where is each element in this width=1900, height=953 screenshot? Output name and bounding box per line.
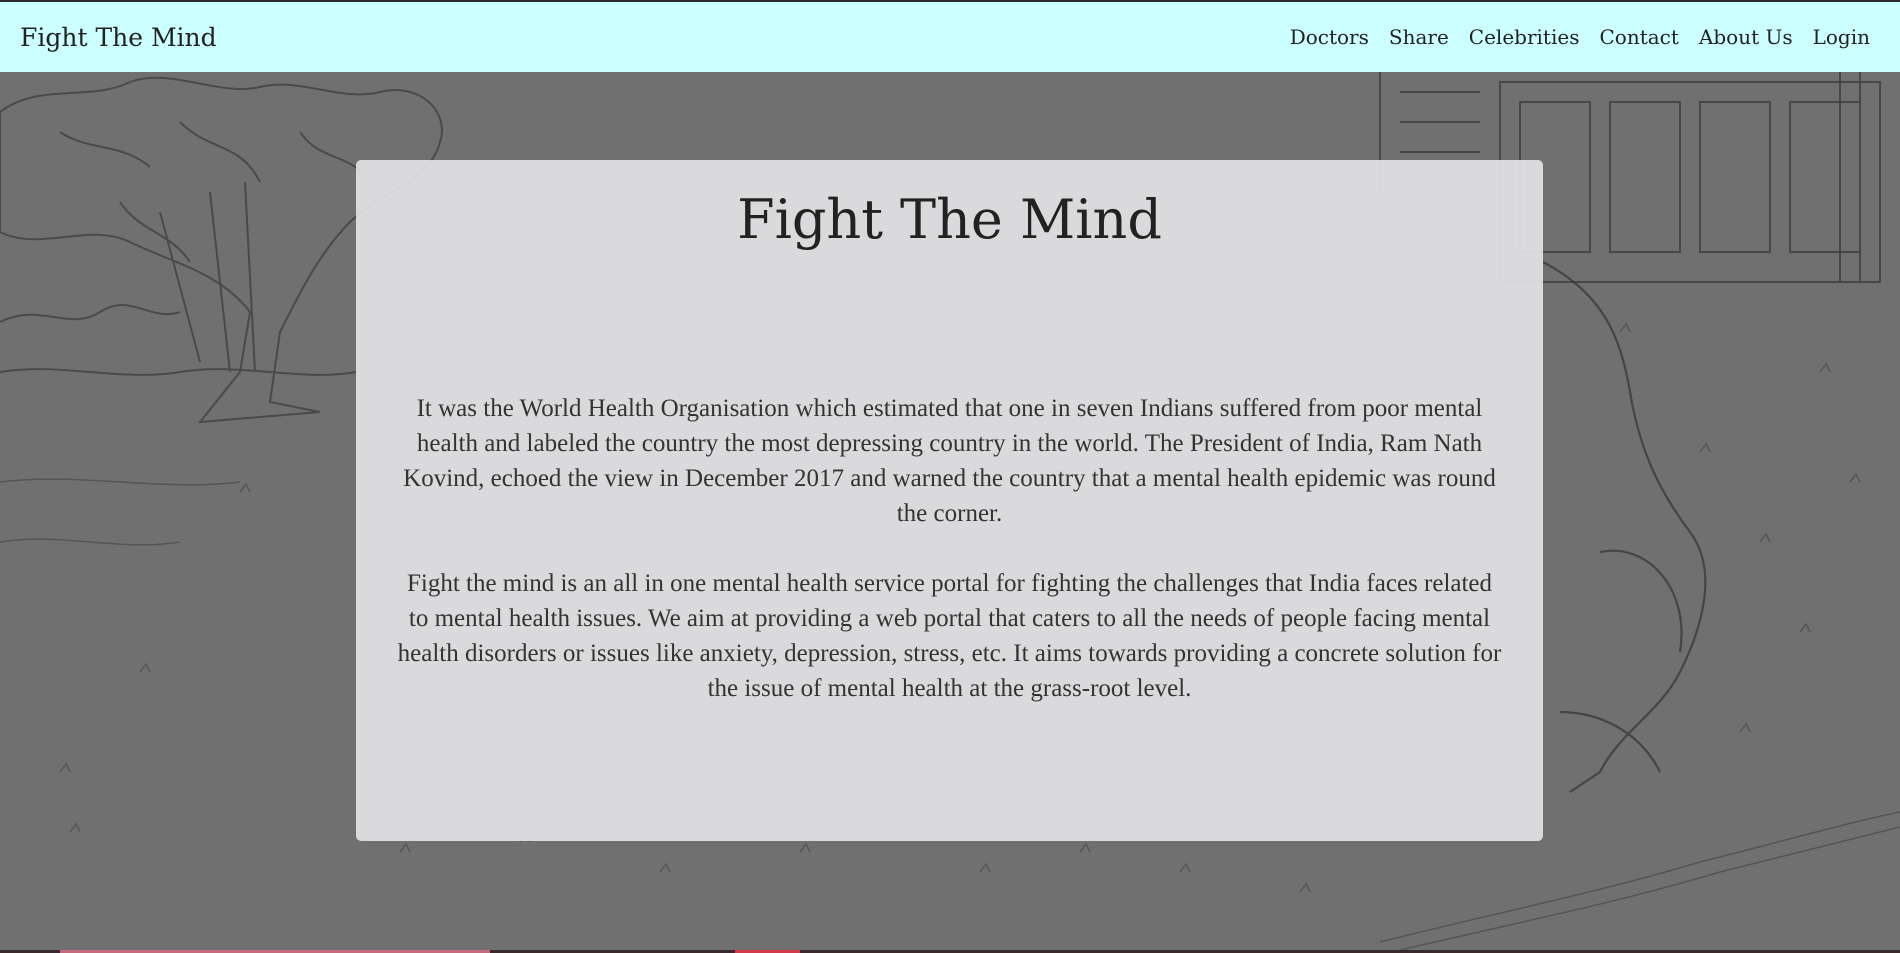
brand-link[interactable]: Fight The Mind [20, 23, 217, 52]
nav-link-about-us[interactable]: About Us [1689, 25, 1803, 49]
navbar: Fight The Mind Doctors Share Celebrities… [0, 2, 1900, 72]
nav-link-celebrities[interactable]: Celebrities [1459, 25, 1590, 49]
nav-link-contact[interactable]: Contact [1589, 25, 1688, 49]
nav-link-share[interactable]: Share [1379, 25, 1459, 49]
card-title: Fight The Mind [737, 188, 1162, 251]
nav-links: Doctors Share Celebrities Contact About … [1280, 25, 1880, 49]
nav-link-doctors[interactable]: Doctors [1280, 25, 1379, 49]
intro-paragraph-2: Fight the mind is an all in one mental h… [397, 569, 1502, 702]
intro-paragraph-1: It was the World Health Organisation whi… [403, 394, 1496, 527]
nav-link-login[interactable]: Login [1803, 25, 1880, 49]
hero-section: Fight The Mind It was the World Health O… [0, 72, 1900, 950]
card-body: It was the World Health Organisation whi… [396, 391, 1503, 706]
intro-card: Fight The Mind It was the World Health O… [356, 160, 1543, 841]
